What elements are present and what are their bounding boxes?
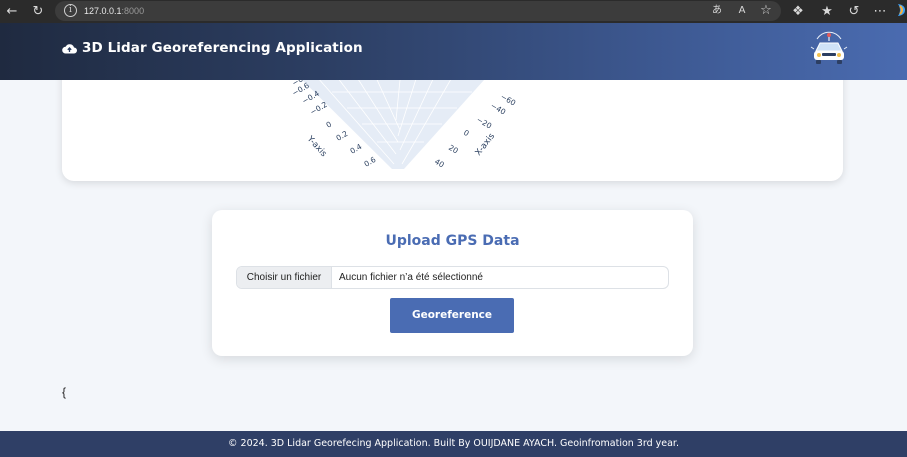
copilot-icon[interactable]: [896, 3, 907, 20]
y-tick-label: 0: [325, 119, 334, 129]
refresh-icon[interactable]: ↻: [30, 3, 46, 20]
favorites-icon[interactable]: ★: [819, 3, 835, 20]
read-aloud-icon[interactable]: あ: [709, 2, 725, 19]
x-tick-label: 0: [462, 128, 471, 138]
cloud-upload-icon: [62, 44, 77, 54]
footer-text: © 2024. 3D Lidar Georefecing Application…: [228, 438, 679, 449]
x-tick-label: −20: [475, 115, 493, 131]
y-tick-label: 0.2: [335, 129, 350, 143]
x-tick-label: 40: [433, 157, 446, 170]
url-text: 127.0.0.1:8000: [84, 6, 145, 16]
y-tick-label: 0.6: [363, 155, 378, 169]
georeference-button[interactable]: Georeference: [390, 298, 514, 333]
favorite-star-icon[interactable]: ☆: [758, 2, 774, 19]
x-tick-label: 20: [447, 143, 460, 156]
app-footer: © 2024. 3D Lidar Georefecing Application…: [0, 431, 907, 457]
y-axis-title: Y-axis: [304, 134, 329, 160]
more-icon[interactable]: ⋯: [872, 3, 888, 20]
x-tick-label: −40: [489, 101, 507, 117]
app-header: 3D Lidar Georeferencing Application: [0, 23, 907, 80]
address-bar[interactable]: i 127.0.0.1:8000 あ A ☆: [55, 1, 781, 21]
gps-file-input[interactable]: Choisir un fichier Aucun fichier n’a été…: [236, 266, 669, 289]
upload-title: Upload GPS Data: [385, 233, 520, 249]
history-icon[interactable]: ↺: [846, 3, 862, 20]
choose-file-button[interactable]: Choisir un fichier: [237, 267, 332, 288]
text-size-icon[interactable]: A: [734, 2, 750, 19]
y-tick-label: 0.4: [349, 142, 364, 156]
x-axis-title: X-axis: [473, 131, 497, 158]
info-icon[interactable]: i: [64, 4, 77, 17]
stray-text: {: [62, 385, 67, 399]
file-status-text: Aucun fichier n’a été sélectionné: [339, 272, 483, 283]
extensions-icon[interactable]: ❖: [790, 3, 806, 20]
upload-card: Upload GPS Data Choisir un fichier Aucun…: [212, 210, 693, 356]
browser-toolbar: ← ↻ i 127.0.0.1:8000 あ A ☆ ❖ ★ ↺ ⋯: [0, 0, 907, 23]
app-title: 3D Lidar Georeferencing Application: [82, 40, 363, 56]
back-icon[interactable]: ←: [4, 3, 20, 20]
lidar-car-icon: [810, 31, 848, 64]
